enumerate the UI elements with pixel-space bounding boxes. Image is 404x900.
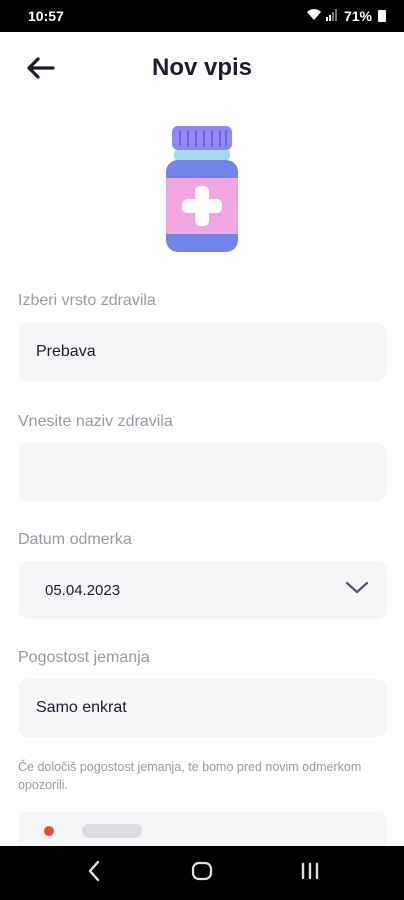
page-title: Nov vpis bbox=[151, 54, 253, 81]
arrow-left-icon bbox=[25, 56, 55, 85]
back-nav-button[interactable] bbox=[74, 853, 114, 893]
status-time: 10:57 bbox=[28, 8, 64, 24]
status-dot-icon bbox=[44, 826, 54, 836]
dose-date-label: Datum odmerka bbox=[18, 531, 132, 548]
medicine-name-input[interactable] bbox=[18, 443, 387, 501]
back-nav-icon bbox=[87, 860, 101, 887]
home-nav-button[interactable] bbox=[182, 853, 222, 893]
medicine-type-label: Izberi vrsto zdravila bbox=[18, 292, 156, 309]
frequency-label: Pogostost jemanja bbox=[18, 649, 150, 666]
medicine-name-label: Vnesite naziv zdravila bbox=[18, 413, 173, 430]
dose-date-value: 05.04.2023 bbox=[45, 581, 121, 599]
frequency-field[interactable]: Samo enkrat bbox=[18, 679, 387, 737]
frequency-hint: Če določiš pogostost jemanja, te bomo pr… bbox=[18, 760, 362, 792]
medicine-bottle-icon bbox=[162, 124, 242, 254]
battery-icon bbox=[378, 10, 386, 22]
status-icons bbox=[306, 8, 338, 24]
wifi-icon bbox=[306, 8, 322, 24]
status-right: 71% bbox=[306, 8, 386, 24]
status-bar: 10:57 71% bbox=[0, 0, 404, 32]
signal-icon bbox=[325, 8, 338, 24]
frequency-value: Samo enkrat bbox=[36, 699, 127, 716]
app-header: Nov vpis bbox=[0, 32, 404, 104]
chevron-down-icon bbox=[345, 581, 369, 599]
home-nav-icon bbox=[191, 860, 213, 887]
placeholder-pill bbox=[82, 824, 142, 838]
medicine-type-field[interactable]: Prebava bbox=[18, 323, 387, 381]
dose-date-dropdown[interactable]: 05.04.2023 bbox=[18, 561, 387, 619]
system-nav-bar bbox=[0, 846, 404, 900]
battery-text: 71% bbox=[343, 8, 372, 24]
medicine-type-value: Prebava bbox=[36, 343, 96, 360]
back-button[interactable] bbox=[20, 52, 60, 88]
recents-nav-icon bbox=[300, 861, 320, 886]
recents-nav-button[interactable] bbox=[290, 853, 330, 893]
